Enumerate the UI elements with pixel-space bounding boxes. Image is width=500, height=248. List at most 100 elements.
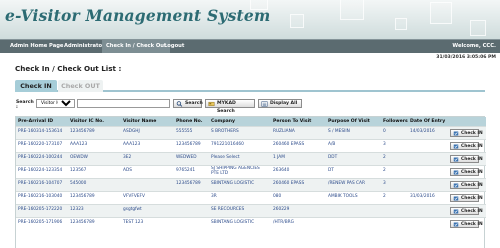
col-phone-cell: 123456789 — [174, 138, 209, 152]
app-header: e-Visitor Management System — [0, 0, 500, 39]
col-followers-cell: 0 — [381, 125, 408, 139]
col-followers-cell: 2 — [381, 151, 408, 165]
check-in-icon — [453, 209, 459, 213]
check-in-button[interactable]: Check IN — [450, 154, 483, 163]
col-phone-cell: 555555 — [174, 125, 209, 139]
col-visitor-ic-header: Visitor IC No. — [68, 117, 121, 126]
table-row: PRE-160224-100244 OEWDW 3E2 WEDWED Please Se… — [16, 151, 486, 165]
search-icon — [176, 101, 183, 107]
tab-check-in[interactable]: Check IN — [15, 80, 57, 92]
col-visitor-ic-cell: 123456789 — [68, 216, 121, 230]
search-button[interactable]: Search — [173, 99, 203, 108]
check-in-button[interactable]: Check IN — [450, 128, 483, 137]
col-visitor-name-cell: 3E2 — [121, 151, 174, 165]
col-person-to-visit-cell: 260229 — [271, 203, 326, 217]
col-person-to-visit-cell: 1 JAM — [271, 151, 326, 165]
col-visitor-ic-cell: 123456789 — [68, 190, 121, 204]
check-in-button[interactable]: Check IN — [450, 219, 483, 228]
col-purpose-cell: /RENEW PAS CAR — [326, 177, 381, 191]
col-pre-arrival-id-header: Pre-Arrival ID — [16, 117, 68, 126]
col-action-cell: Check IN — [448, 203, 486, 217]
check-in-button-label: Check IN — [461, 182, 483, 188]
col-phone-cell — [174, 216, 209, 230]
app-title: e-Visitor Management System — [5, 6, 271, 25]
col-visitor-ic-cell: 12323 — [68, 203, 121, 217]
col-purpose-header: Purpose Of Visit — [326, 117, 381, 126]
nav-admin-home[interactable]: Admin Home Page — [6, 40, 67, 53]
table-row: PRE-160216-104707 545000 123456789 SBINTANG… — [16, 177, 486, 191]
current-datetime: 31/03/2016 3:05:06 PM — [436, 55, 496, 60]
col-person-to-visit-cell: RUZLIANA — [271, 125, 326, 139]
table-header-row: Pre-Arrival ID Visitor IC No. Visitor Name… — [16, 117, 486, 126]
col-action-cell: Check IN — [448, 190, 486, 204]
col-visitor-name-cell: VFVFVEFV — [121, 190, 174, 204]
col-action-cell: Check IN — [448, 151, 486, 165]
col-action-cell: Check IN — [448, 125, 486, 139]
header-decoration — [470, 20, 486, 36]
col-date-of-entry-cell — [408, 177, 448, 191]
col-company-cell: Please Select — [209, 151, 271, 165]
check-in-button[interactable]: Check IN — [450, 167, 483, 176]
tab-check-out[interactable]: Check OUT — [58, 80, 103, 92]
table-row: PRE-160314-153614 123456789 ASDGHJ 555555 S … — [16, 125, 486, 139]
check-in-button[interactable]: Check IN — [450, 180, 483, 189]
col-visitor-ic-cell: 545000 — [68, 177, 121, 191]
col-pre-arrival-id-cell: PRE-160220-173107 — [16, 138, 68, 152]
check-in-icon — [453, 144, 459, 148]
col-followers-cell: 2 — [381, 190, 408, 204]
display-all-button[interactable]: Display All — [258, 99, 302, 108]
check-in-button[interactable]: Check IN — [450, 193, 483, 202]
col-action-header — [448, 117, 486, 126]
col-followers-cell — [381, 216, 408, 230]
col-person-to-visit-cell: 263640 — [271, 164, 326, 178]
search-input[interactable] — [77, 99, 170, 108]
main-navbar: Admin Home Page Administrator Check In /… — [0, 39, 500, 53]
check-in-icon — [453, 170, 459, 174]
col-date-of-entry-cell — [408, 203, 448, 217]
col-person-to-visit-cell: 260460 EPASS — [271, 138, 326, 152]
col-company-cell: SE RECOURCES — [209, 203, 271, 217]
col-date-of-entry-cell — [408, 138, 448, 152]
tab-bar: Check IN Check OUT — [15, 80, 485, 92]
check-in-icon — [453, 196, 459, 200]
col-visitor-name-cell: ADS — [121, 164, 174, 178]
col-person-to-visit-cell: 080 — [271, 190, 326, 204]
col-purpose-cell — [326, 216, 381, 230]
col-purpose-cell: S / MESIIN — [326, 125, 381, 139]
col-action-cell: Check IN — [448, 177, 486, 191]
display-all-label: Display All — [270, 101, 298, 106]
col-date-of-entry-cell — [408, 164, 448, 178]
nav-logout[interactable]: Logout — [160, 40, 188, 53]
check-in-icon — [453, 157, 459, 161]
col-date-of-entry-header: Date Of Entry — [408, 117, 448, 126]
mykad-search-button[interactable]: MYKAD Search — [205, 99, 255, 114]
check-in-button-label: Check IN — [461, 169, 483, 175]
col-visitor-name-cell: AAA123 — [121, 138, 174, 152]
col-company-cell: SJ SHIPPING AGENCIES PTE LTD — [209, 164, 271, 178]
col-date-of-entry-cell — [408, 151, 448, 165]
table-row: PRE-160224-123354 123567 ADS 9765241 SJ SHIP… — [16, 164, 486, 178]
col-phone-cell: WEDWED — [174, 151, 209, 165]
header-decoration — [340, 0, 364, 20]
col-person-to-visit-header: Person To Visit — [271, 117, 326, 126]
col-date-of-entry-cell: 14/03/2016 — [408, 125, 448, 139]
col-followers-cell: 3 — [381, 138, 408, 152]
check-in-button[interactable]: Check IN — [450, 141, 483, 150]
col-action-cell: Check IN — [448, 138, 486, 152]
col-followers-cell: 2 — [381, 164, 408, 178]
check-in-icon — [453, 131, 459, 135]
check-in-icon — [453, 183, 459, 187]
page-title: Check In / Check Out List : — [15, 64, 122, 73]
col-visitor-name-cell — [121, 177, 174, 191]
search-field-select[interactable]: Visitor IC No — [36, 99, 75, 108]
col-visitor-name-cell: gsgtgfwt — [121, 203, 174, 217]
col-purpose-cell: AMBIK TOOLS — [326, 190, 381, 204]
search-label: Search : — [16, 100, 34, 110]
col-phone-cell: 9765241 — [174, 164, 209, 178]
col-visitor-ic-cell: OEWDW — [68, 151, 121, 165]
col-phone-cell — [174, 203, 209, 217]
col-purpose-cell: DDT — [326, 151, 381, 165]
check-in-button[interactable]: Check IN — [450, 206, 483, 215]
check-in-button-label: Check IN — [461, 130, 483, 136]
col-visitor-name-cell: ASDGHJ — [121, 125, 174, 139]
